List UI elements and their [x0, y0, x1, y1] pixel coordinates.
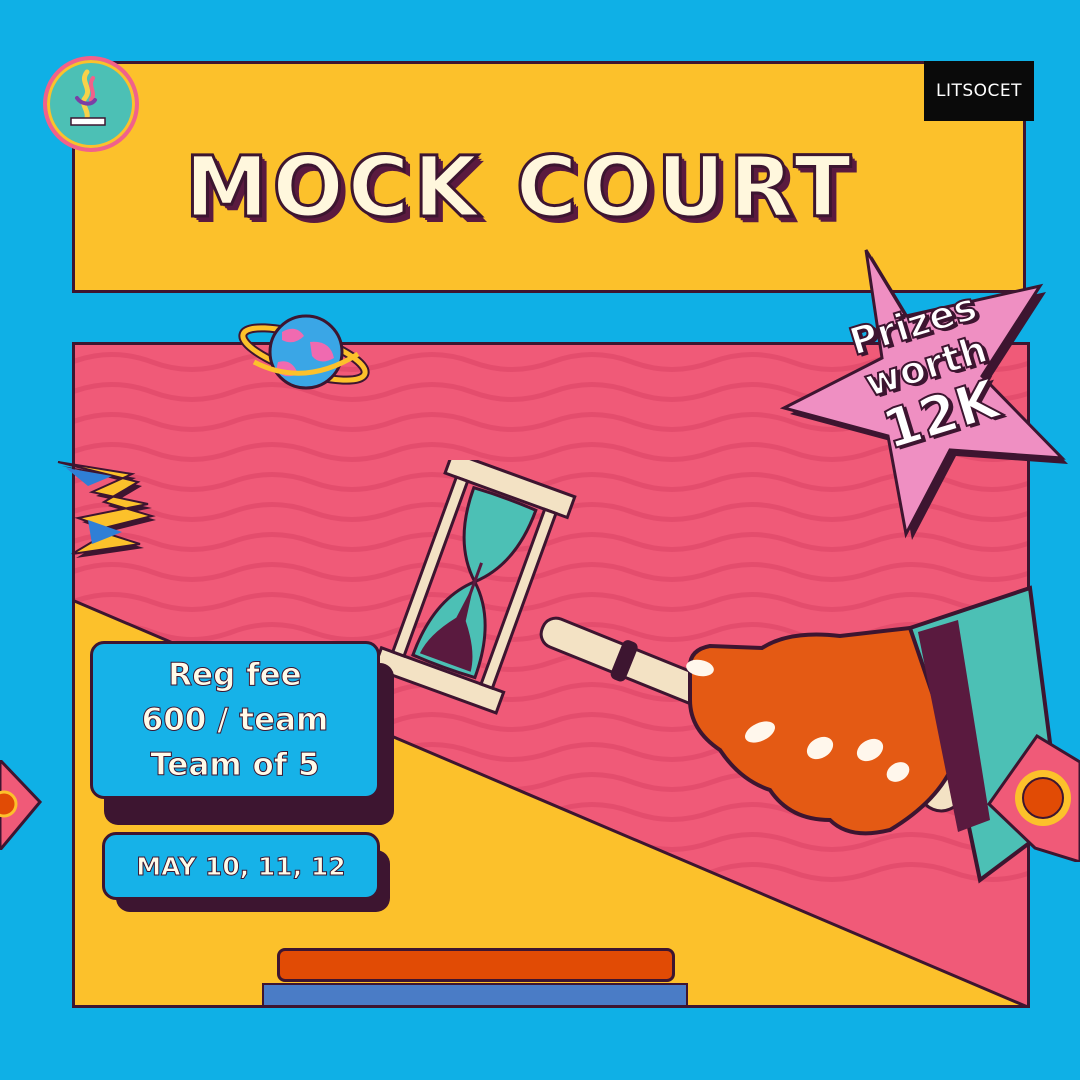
pedestal-top	[277, 948, 675, 982]
brand-box: LITSOCET	[924, 61, 1034, 121]
brand-label: LITSOCET	[935, 81, 1023, 101]
poster: LITSOCET MOCK COURT Prizes worth 12K Reg…	[0, 0, 1080, 1080]
pedestal-base	[262, 983, 688, 1007]
sun-card-icon	[987, 733, 1080, 862]
team-size: Team of 5	[150, 746, 320, 783]
date-box: MAY 10, 11, 12	[102, 832, 380, 900]
gavel-hand-icon	[372, 460, 1063, 884]
reg-fee-value: 600 / team	[141, 701, 329, 738]
event-dates: MAY 10, 11, 12	[136, 851, 346, 881]
planet-icon	[238, 314, 370, 390]
hourglass-icon	[372, 460, 577, 715]
registration-box: Reg fee 600 / team Team of 5	[90, 641, 380, 799]
reg-fee-label: Reg fee	[168, 656, 302, 693]
sun-card-icon	[0, 760, 42, 850]
lightning-bolt-icon	[57, 461, 156, 558]
page-title: MOCK COURT	[183, 137, 856, 238]
